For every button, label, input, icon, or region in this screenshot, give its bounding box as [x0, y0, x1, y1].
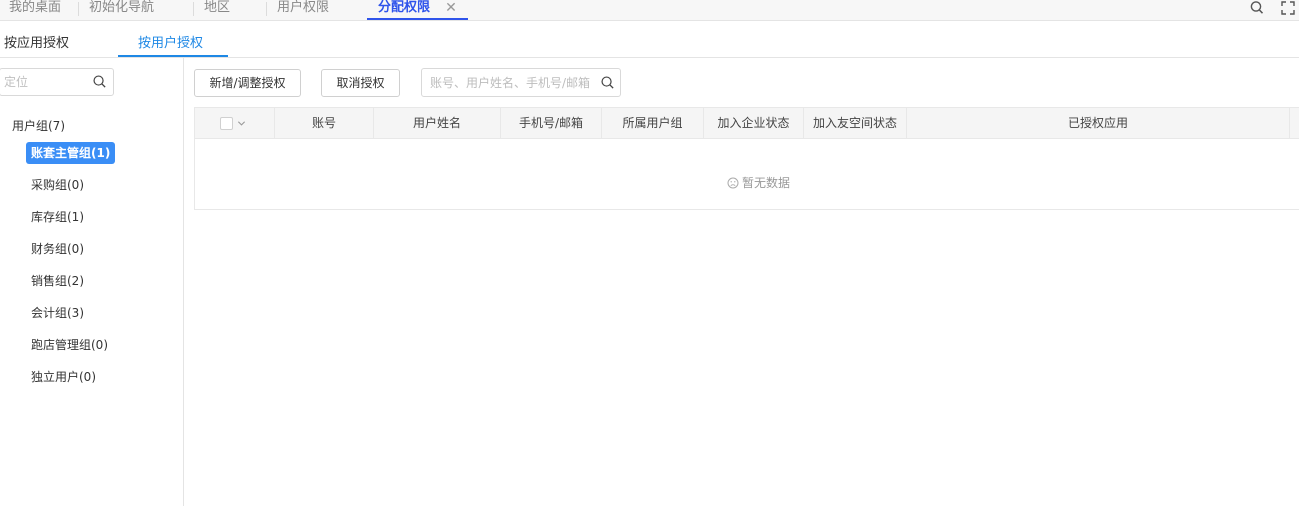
group-item[interactable]: 跑店管理组(0)	[26, 334, 113, 356]
group-item[interactable]: 库存组(1)	[26, 206, 89, 228]
group-item[interactable]: 账套主管组(1)	[26, 142, 116, 164]
locate-search-box	[0, 68, 114, 96]
sad-face-icon	[727, 177, 739, 189]
group-item[interactable]: 采购组(0)	[26, 174, 89, 196]
empty-state: 暂无数据	[195, 174, 1299, 191]
close-icon[interactable]: ✕	[444, 0, 458, 16]
group-item[interactable]: 财务组(0)	[26, 238, 89, 260]
chevron-down-icon[interactable]	[237, 119, 246, 128]
search-icon[interactable]	[600, 75, 615, 90]
user-group-root[interactable]: 用户组(7)	[12, 117, 65, 134]
tab-init-nav[interactable]: 初始化导航	[89, 0, 154, 20]
tab-separator	[78, 2, 79, 16]
tab-user-permissions[interactable]: 用户权限	[277, 0, 329, 20]
tab-separator	[193, 2, 194, 16]
column-header-account: 账号	[275, 108, 374, 139]
top-tab-bar: 我的桌面 初始化导航 地区 用户权限 分配权限 ✕	[0, 0, 1299, 21]
authorization-table: 账号 用户姓名 手机号/邮箱 所属用户组 加入企业状态 加入友空间状态 已授权应…	[194, 107, 1299, 210]
tab-region[interactable]: 地区	[204, 0, 230, 20]
column-header-space-status: 加入友空间状态	[804, 108, 907, 139]
cancel-authorization-button[interactable]: 取消授权	[321, 69, 400, 97]
tab-by-application[interactable]: 按应用授权	[4, 32, 69, 51]
empty-text: 暂无数据	[741, 176, 790, 190]
group-item[interactable]: 独立用户(0)	[26, 366, 101, 388]
tab-my-desktop[interactable]: 我的桌面	[9, 0, 61, 20]
select-all-checkbox[interactable]	[220, 117, 233, 130]
search-icon[interactable]	[92, 74, 107, 89]
active-subtab-indicator	[118, 55, 228, 57]
search-icon[interactable]	[1249, 0, 1265, 16]
sub-tab-bar: 按应用授权 按用户授权	[0, 21, 1299, 58]
column-header-user-name: 用户姓名	[374, 108, 501, 139]
column-header-phone-email: 手机号/邮箱	[501, 108, 602, 139]
add-adjust-authorization-button[interactable]: 新增/调整授权	[194, 69, 301, 97]
fullscreen-icon[interactable]	[1280, 0, 1296, 16]
locate-input[interactable]	[2, 73, 87, 91]
tab-by-user[interactable]: 按用户授权	[138, 32, 203, 51]
column-header-enterprise-status: 加入企业状态	[704, 108, 804, 139]
tab-separator	[266, 2, 267, 16]
active-tab-indicator	[367, 18, 468, 20]
user-group-panel: 用户组(7) 账套主管组(1) 采购组(0) 库存组(1) 财务组(0) 销售组…	[0, 58, 184, 506]
user-search-input[interactable]	[428, 74, 596, 92]
table-header: 账号 用户姓名 手机号/邮箱 所属用户组 加入企业状态 加入友空间状态 已授权应…	[195, 108, 1299, 139]
column-header-user-group: 所属用户组	[602, 108, 704, 139]
group-item[interactable]: 销售组(2)	[26, 270, 89, 292]
group-item[interactable]: 会计组(3)	[26, 302, 89, 324]
user-search-box	[421, 68, 621, 97]
select-all-column	[195, 108, 275, 139]
tab-assign-permissions[interactable]: 分配权限	[378, 0, 430, 20]
column-header-authorized-apps: 已授权应用	[907, 108, 1290, 139]
